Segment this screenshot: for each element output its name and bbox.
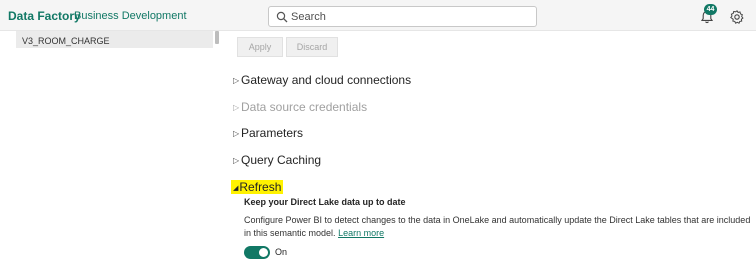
left-pane-scrollbar[interactable] <box>215 31 219 44</box>
section-refresh[interactable]: ◢Refresh <box>231 180 284 194</box>
caret-right-icon: ▷ <box>233 156 240 165</box>
section-gateway-connections[interactable]: ▷ Gateway and cloud connections <box>233 73 411 89</box>
caret-right-icon: ▷ <box>233 76 240 85</box>
app-title[interactable]: Data Factory <box>8 9 81 23</box>
direct-lake-refresh-toggle[interactable] <box>244 246 270 259</box>
toggle-state-label: On <box>275 247 288 257</box>
refresh-description-text: Configure Power BI to detect changes to … <box>244 215 751 238</box>
section-label: Gateway and cloud connections <box>241 73 412 87</box>
refresh-description: Configure Power BI to detect changes to … <box>244 214 756 240</box>
gear-icon[interactable] <box>729 9 745 25</box>
section-label: Parameters <box>241 126 304 140</box>
search-icon <box>276 11 288 23</box>
caret-right-icon: ▷ <box>233 103 240 112</box>
section-label: Data source credentials <box>241 100 368 114</box>
search-box[interactable] <box>268 6 537 27</box>
learn-more-link[interactable]: Learn more <box>338 228 384 238</box>
section-label: Refresh <box>239 180 282 194</box>
refresh-heading: Keep your Direct Lake data up to date <box>244 197 406 207</box>
section-label: Query Caching <box>241 153 322 167</box>
workspace-name[interactable]: Business Development <box>74 10 187 22</box>
section-parameters[interactable]: ▷ Parameters <box>233 126 303 142</box>
caret-right-icon: ▷ <box>233 129 240 138</box>
caret-down-icon: ◢ <box>233 185 239 192</box>
discard-button[interactable]: Discard <box>286 37 338 57</box>
search-input[interactable] <box>291 9 531 24</box>
section-query-caching[interactable]: ▷ Query Caching <box>233 153 321 169</box>
top-bar: Data Factory Business Development 44 <box>0 0 756 31</box>
notification-badge: 44 <box>704 4 717 15</box>
toggle-knob <box>259 248 268 257</box>
section-data-source-credentials[interactable]: ▷ Data source credentials <box>233 100 367 116</box>
selected-table-item[interactable]: V3_ROOM_CHARGE <box>16 31 213 48</box>
apply-button[interactable]: Apply <box>237 37 283 57</box>
